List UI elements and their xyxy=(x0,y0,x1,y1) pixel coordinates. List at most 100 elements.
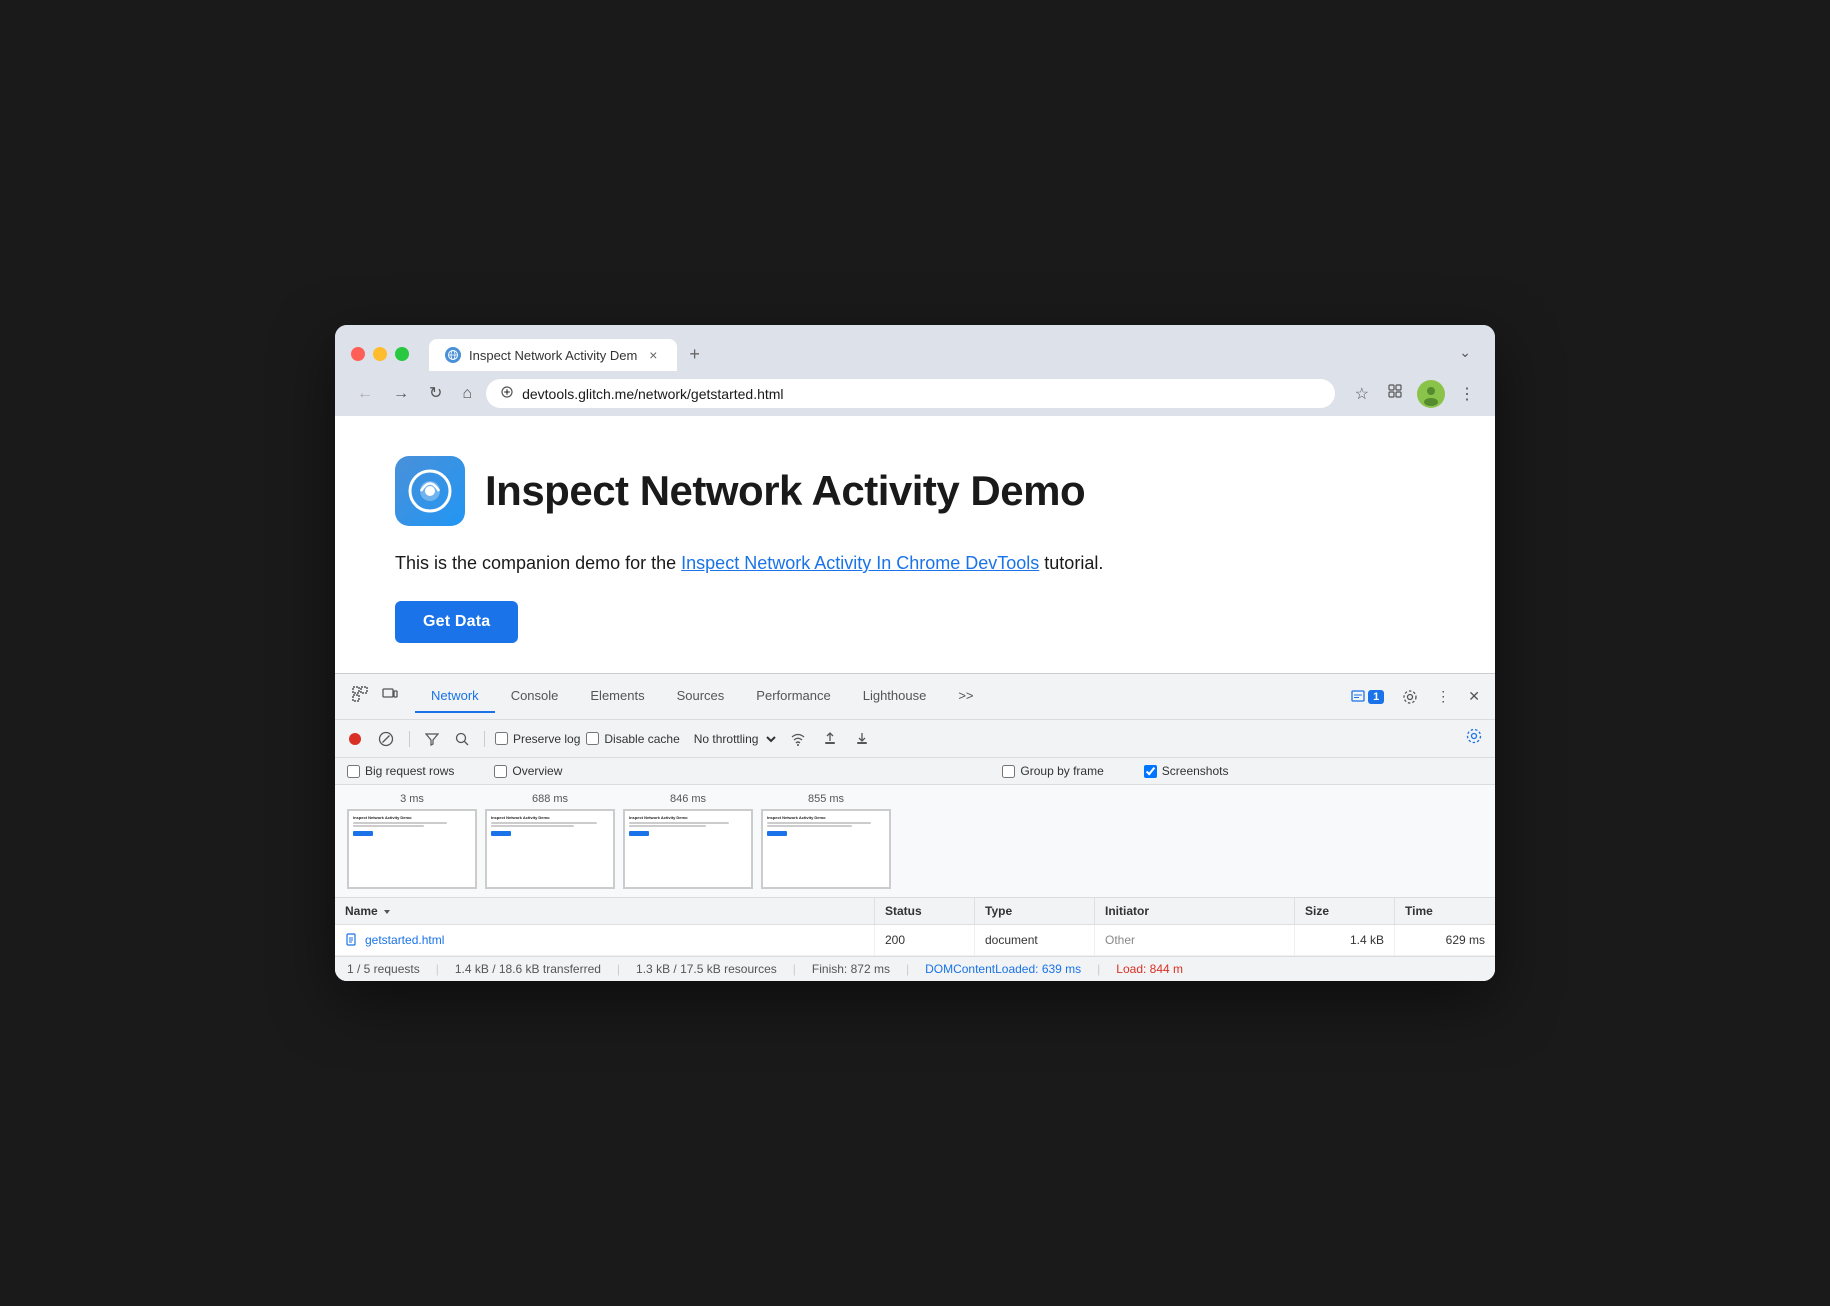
record-button[interactable] xyxy=(343,728,367,750)
network-settings-icon xyxy=(1466,728,1482,744)
tab-network[interactable]: Network xyxy=(415,680,495,713)
group-by-frame-checkbox[interactable] xyxy=(1002,765,1015,778)
home-button[interactable]: ⌂ xyxy=(456,382,478,406)
screenshots-text: Screenshots xyxy=(1162,764,1229,778)
group-by-frame-label[interactable]: Group by frame xyxy=(1002,764,1103,778)
device-icon xyxy=(382,686,398,702)
devtools-more-button[interactable]: ⋮ xyxy=(1429,683,1457,710)
network-toolbar: Preserve log Disable cache No throttling… xyxy=(335,720,1495,758)
tab-bar: Inspect Network Activity Dem × + xyxy=(429,337,1439,371)
new-tab-button[interactable]: + xyxy=(677,337,712,371)
page-header: Inspect Network Activity Demo xyxy=(395,456,1435,526)
cell-time: 629 ms xyxy=(1395,925,1495,955)
screenshots-checkbox[interactable] xyxy=(1144,765,1157,778)
inspect-element-button[interactable] xyxy=(347,682,373,711)
console-badge: 1 xyxy=(1368,690,1384,704)
filter-icon xyxy=(425,732,439,746)
devtools-logo-icon xyxy=(407,468,453,514)
clear-icon xyxy=(378,731,394,747)
tab-lighthouse[interactable]: Lighthouse xyxy=(847,680,943,713)
table-header: Name Status Type Initiator Size xyxy=(335,898,1495,925)
minimize-button[interactable] xyxy=(373,347,387,361)
close-button[interactable] xyxy=(351,347,365,361)
avatar[interactable] xyxy=(1417,380,1445,408)
screenshot-thumb-2[interactable]: Inspect Network Activity Demo xyxy=(623,809,753,889)
tab-more[interactable]: >> xyxy=(942,680,989,713)
back-button[interactable]: ← xyxy=(351,382,379,406)
cell-name: getstarted.html xyxy=(335,925,875,955)
url-bar[interactable]: devtools.glitch.me/network/getstarted.ht… xyxy=(486,379,1335,408)
devtools-link[interactable]: Inspect Network Activity In Chrome DevTo… xyxy=(681,553,1039,573)
tab-console[interactable]: Console xyxy=(495,680,575,713)
upload-icon xyxy=(822,731,838,747)
tab-sources[interactable]: Sources xyxy=(661,680,741,713)
overview-label[interactable]: Overview xyxy=(494,764,562,778)
device-toggle-button[interactable] xyxy=(377,682,403,711)
console-messages-button[interactable]: 1 xyxy=(1344,685,1391,709)
tab-performance-label: Performance xyxy=(756,688,830,703)
download-icon xyxy=(854,731,870,747)
devtools-icon-buttons xyxy=(343,674,407,719)
disable-cache-text: Disable cache xyxy=(604,732,679,746)
browser-window: Inspect Network Activity Dem × + ⌄ ← → ↻… xyxy=(335,325,1495,981)
document-icon xyxy=(345,933,359,947)
overview-checkbox[interactable] xyxy=(494,765,507,778)
screenshot-0: 3 ms Inspect Network Activity Demo xyxy=(347,793,477,889)
disable-cache-checkbox[interactable] xyxy=(586,732,599,745)
network-table: Name Status Type Initiator Size xyxy=(335,898,1495,956)
screenshot-thumb-3[interactable]: Inspect Network Activity Demo xyxy=(761,809,891,889)
table-row[interactable]: getstarted.html 200 document Other 1.4 k… xyxy=(335,925,1495,956)
forward-button[interactable]: → xyxy=(387,382,415,406)
extensions-button[interactable] xyxy=(1383,379,1407,408)
tab-elements[interactable]: Elements xyxy=(574,680,660,713)
network-settings-button[interactable] xyxy=(1461,724,1487,753)
throttle-container: No throttling Fast 3G Slow 3G Offline xyxy=(686,729,779,749)
browser-menu-button[interactable]: ⋮ xyxy=(1455,380,1479,408)
bookmark-button[interactable]: ☆ xyxy=(1351,380,1373,408)
header-status: Status xyxy=(875,898,975,924)
disable-cache-label[interactable]: Disable cache xyxy=(586,732,679,746)
get-data-button[interactable]: Get Data xyxy=(395,601,518,643)
subtitle-end: tutorial. xyxy=(1039,553,1103,573)
preserve-log-label[interactable]: Preserve log xyxy=(495,732,580,746)
preserve-log-checkbox[interactable] xyxy=(495,732,508,745)
screenshot-time-2: 846 ms xyxy=(670,793,706,805)
transferred-size: 1.4 kB / 18.6 kB transferred xyxy=(455,962,601,976)
tabs-chevron-button[interactable]: ⌄ xyxy=(1451,340,1479,365)
url-right-icons: ☆ ⋮ xyxy=(1351,379,1479,408)
screenshot-time-0: 3 ms xyxy=(400,793,424,805)
big-request-rows-label[interactable]: Big request rows xyxy=(347,764,454,778)
page-content: Inspect Network Activity Demo This is th… xyxy=(335,416,1495,673)
screenshot-thumb-0[interactable]: Inspect Network Activity Demo xyxy=(347,809,477,889)
screenshot-time-3: 855 ms xyxy=(808,793,844,805)
download-icon-button[interactable] xyxy=(849,727,875,751)
separator xyxy=(409,731,410,747)
filter-button[interactable] xyxy=(420,728,444,750)
throttle-select[interactable]: No throttling Fast 3G Slow 3G Offline xyxy=(686,729,779,749)
screenshot-time-1: 688 ms xyxy=(532,793,568,805)
devtools-close-button[interactable]: ✕ xyxy=(1461,683,1487,710)
url-text: devtools.glitch.me/network/getstarted.ht… xyxy=(522,386,1321,402)
tab-close-button[interactable]: × xyxy=(645,347,661,363)
tab-elements-label: Elements xyxy=(590,688,644,703)
devtools-settings-button[interactable] xyxy=(1395,684,1425,710)
tab-favicon xyxy=(445,347,461,363)
big-request-rows-checkbox[interactable] xyxy=(347,765,360,778)
active-tab[interactable]: Inspect Network Activity Dem × xyxy=(429,339,677,371)
resources-size: 1.3 kB / 17.5 kB resources xyxy=(636,962,777,976)
preserve-log-text: Preserve log xyxy=(513,732,580,746)
tab-performance[interactable]: Performance xyxy=(740,680,846,713)
devtools-tabs: Network Console Elements Sources Perform… xyxy=(335,674,1495,720)
screenshots-label[interactable]: Screenshots xyxy=(1144,764,1229,778)
upload-icon-button[interactable] xyxy=(817,727,843,751)
finish-time: Finish: 872 ms xyxy=(812,962,890,976)
maximize-button[interactable] xyxy=(395,347,409,361)
search-button[interactable] xyxy=(450,728,474,750)
wifi-icon-button[interactable] xyxy=(785,727,811,751)
screenshot-thumb-1[interactable]: Inspect Network Activity Demo xyxy=(485,809,615,889)
screenshot-2: 846 ms Inspect Network Activity Demo xyxy=(623,793,753,889)
clear-button[interactable] xyxy=(373,727,399,751)
reload-button[interactable]: ↻ xyxy=(423,382,448,406)
network-options-left: Big request rows Overview xyxy=(347,764,562,778)
screenshot-3: 855 ms Inspect Network Activity Demo xyxy=(761,793,891,889)
